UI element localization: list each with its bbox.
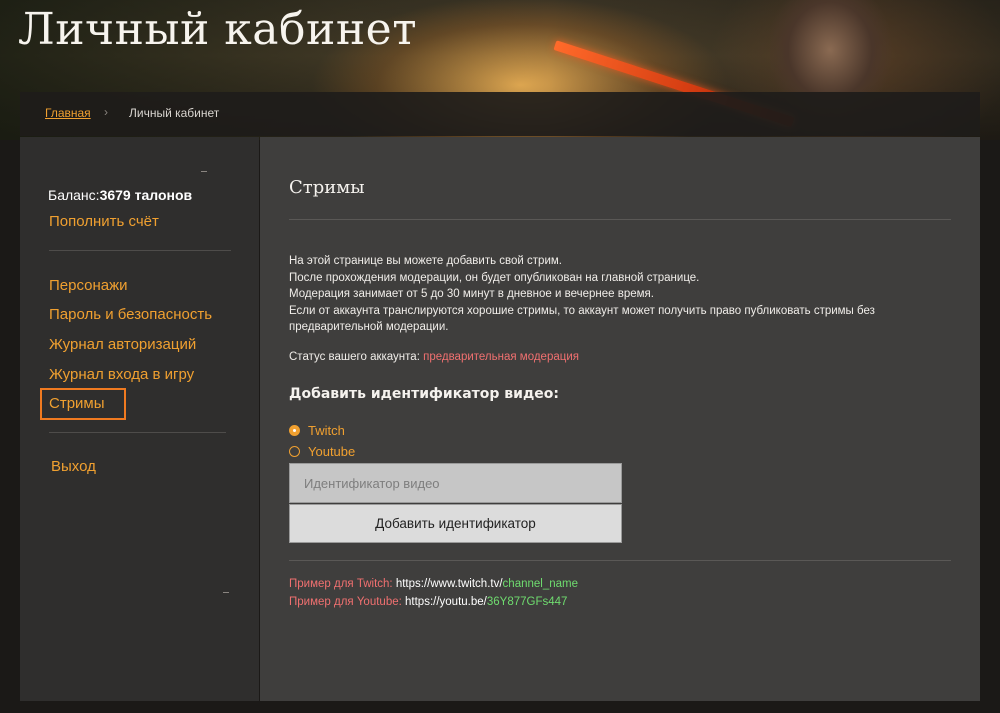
balance: Баланс:3679 талонов [48,187,192,203]
description-line: Модерация занимает от 5 до 30 минут в дн… [289,288,654,300]
sidebar-item-characters[interactable]: Персонажи [49,277,128,294]
status-value: предварительная модерация [423,351,579,363]
balance-value: 3679 талонов [99,187,193,203]
example-id: 36Y877GFs447 [486,596,568,608]
description-line: На этой странице вы можете добавить свой… [289,255,562,267]
sidebar-divider [49,432,226,433]
example-url: https://youtu.be/ [405,596,487,608]
example-id: channel_name [502,578,578,590]
add-video-heading: Добавить идентификатор видео: [289,386,559,402]
description-line: предварительной модерации. [289,321,449,333]
sidebar-item-password-security[interactable]: Пароль и безопасность [49,306,212,323]
breadcrumb-home-link[interactable]: Главная [45,106,91,120]
status-label: Статус вашего аккаунта: [289,351,420,363]
radio-youtube[interactable]: Youtube [289,444,355,459]
title-divider [289,219,951,220]
radio-youtube-label: Youtube [308,444,356,459]
example-label: Пример для Youtube: [289,596,402,608]
examples-divider [289,560,951,561]
twitch-example: Пример для Twitch: https://www.twitch.tv… [289,578,578,590]
sidebar-divider [49,250,231,251]
main-content: Стримы На этой странице вы можете добави… [260,137,980,701]
description: На этой странице вы можете добавить свой… [289,253,949,336]
radio-twitch-label: Twitch [308,423,345,438]
youtube-example: Пример для Youtube: https://youtu.be/36Y… [289,596,567,608]
radio-twitch[interactable]: Twitch [289,423,345,438]
topup-link[interactable]: Пополнить счёт [49,213,159,230]
sidebar-item-streams[interactable]: Стримы [49,395,105,412]
page-title: Личный кабинет [18,4,418,55]
description-line: После прохождения модерации, он будет оп… [289,271,700,284]
video-id-input[interactable] [289,463,622,503]
breadcrumb-current: Личный кабинет [129,106,220,120]
breadcrumb: Главная › Личный кабинет [20,92,980,136]
sidebar-tick [223,592,229,593]
account-status: Статус вашего аккаунта: предварительная … [289,351,579,363]
sidebar: Баланс:3679 талонов Пополнить счёт Персо… [20,137,259,701]
add-identifier-button[interactable]: Добавить идентификатор [289,504,622,543]
section-title: Стримы [289,177,365,198]
radio-checked-icon[interactable] [289,425,300,436]
balance-label: Баланс: [48,187,100,203]
radio-unchecked-icon[interactable] [289,446,300,457]
sidebar-item-auth-log[interactable]: Журнал авторизаций [49,336,196,353]
logout-link[interactable]: Выход [51,458,96,475]
sidebar-tick [201,171,207,172]
example-url: https://www.twitch.tv/ [395,578,503,590]
breadcrumb-separator-icon: › [104,105,108,119]
description-line: Если от аккаунта транслируются хорошие с… [289,304,875,317]
example-label: Пример для Twitch: [289,578,393,590]
sidebar-item-game-login-log[interactable]: Журнал входа в игру [49,366,194,383]
